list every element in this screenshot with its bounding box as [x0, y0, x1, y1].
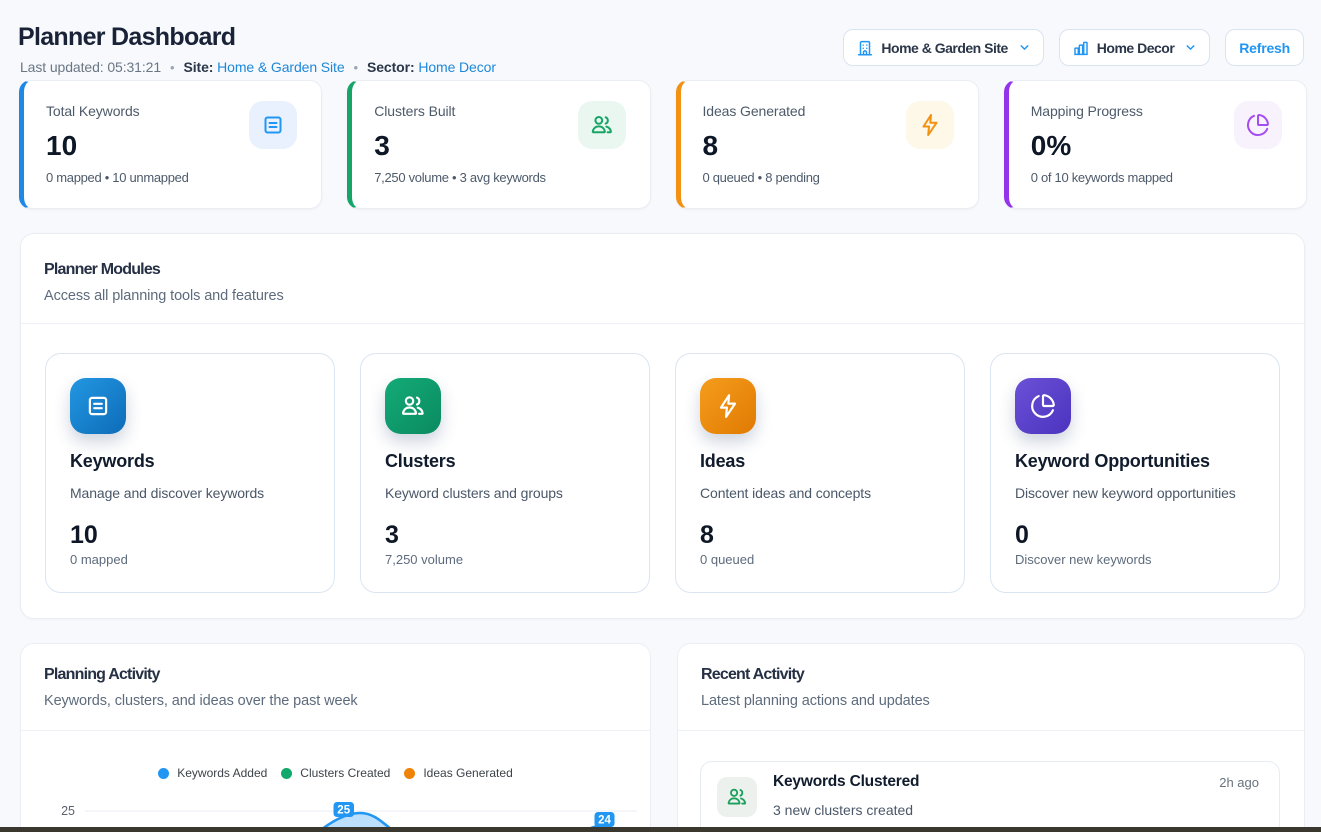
svg-text:25: 25 [61, 804, 75, 818]
svg-text:24: 24 [598, 814, 611, 826]
svg-text:25: 25 [337, 804, 350, 816]
